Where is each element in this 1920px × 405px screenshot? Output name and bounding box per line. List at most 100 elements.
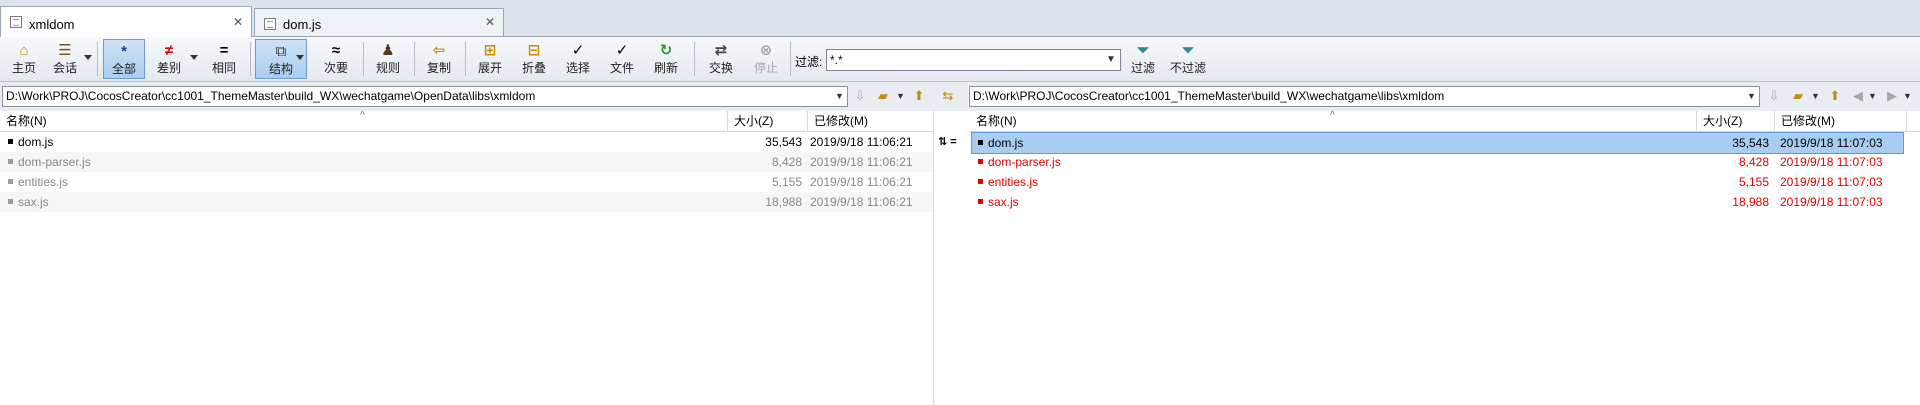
tab-xmldom[interactable]: xmldom ✕ [0, 6, 252, 37]
back-icon[interactable]: ◀ [1849, 88, 1867, 104]
stop-button[interactable]: ⊗ 停止 [746, 39, 786, 79]
file-size: 8,428 [1738, 155, 1769, 169]
file-status-icon [8, 179, 13, 185]
close-icon[interactable]: ✕ [485, 15, 495, 29]
file-modified: 2019/9/18 11:06:21 [810, 175, 913, 189]
table-row[interactable]: sax.js 18,988 2019/9/18 11:07:03 [970, 192, 1920, 212]
folder-open-icon[interactable]: ▰ [1789, 88, 1807, 104]
table-row[interactable]: entities.js 5,155 2019/9/18 11:07:03 [970, 172, 1920, 192]
table-row[interactable]: dom.js 35,543 2019/9/18 11:07:03 [971, 132, 1904, 154]
structure-label: 结构 [268, 62, 293, 76]
select-label: 选择 [565, 61, 590, 75]
file-status-icon [978, 179, 983, 185]
funnel-icon: ⏷ [1136, 42, 1149, 59]
folder-open-icon[interactable]: ▰ [874, 88, 892, 104]
chevron-down-icon[interactable]: ▼ [1868, 91, 1877, 101]
table-row[interactable]: entities.js 5,155 2019/9/18 11:06:21 [0, 172, 933, 192]
file-name: entities.js [18, 175, 69, 189]
minor-button[interactable]: ≈ 次要 [316, 39, 356, 79]
swap-icon: ⇄ [714, 42, 728, 59]
filters-button[interactable]: ⏷ 过滤 [1126, 39, 1160, 79]
show-diffs-button[interactable]: ≠ 差别 [150, 39, 188, 79]
funnel-off-icon: ⏷ [1181, 42, 1194, 59]
close-icon[interactable]: ✕ [233, 15, 243, 29]
not-equal-icon: ≠ [164, 42, 174, 59]
file-size: 18,988 [765, 195, 802, 209]
file-name: dom-parser.js [988, 155, 1061, 169]
home-button[interactable]: ⌂ 主页 [6, 39, 42, 79]
right-file-pane[interactable]: 名称(N) ^ 大小(Z) 已修改(M) dom.js 35,543 2019/… [970, 110, 1920, 405]
session-dropdown-arrow[interactable] [84, 55, 92, 60]
show-all-button[interactable]: * 全部 [103, 39, 145, 79]
approx-icon: ≈ [331, 42, 341, 59]
refresh-label: 刷新 [653, 61, 678, 75]
folder-compare-icon [10, 16, 22, 28]
minor-label: 次要 [323, 61, 348, 75]
collapse-button[interactable]: ⊟ 折叠 [514, 39, 554, 79]
table-row[interactable]: dom-parser.js 8,428 2019/9/18 11:06:21 [0, 152, 933, 172]
file-size: 5,155 [771, 175, 802, 189]
chevron-down-icon[interactable]: ▼ [1747, 91, 1756, 101]
diffs-dropdown-arrow[interactable] [190, 55, 198, 60]
forward-icon[interactable]: ▶ [1883, 88, 1901, 104]
browse-history-icon[interactable]: ⇩ [1765, 88, 1783, 104]
file-name-cell: sax.js [8, 192, 49, 212]
home-icon: ⌂ [19, 42, 29, 59]
file-name-cell: entities.js [8, 172, 68, 192]
table-row[interactable]: dom.js 35,543 2019/9/18 11:06:21 [0, 132, 933, 152]
chevron-down-icon[interactable]: ▼ [835, 91, 844, 101]
copy-button[interactable]: ⇦ 复制 [419, 39, 459, 79]
chevron-down-icon[interactable]: ▼ [1811, 91, 1820, 101]
chevron-down-icon[interactable]: ▼ [896, 91, 905, 101]
session-button[interactable]: ☰ 会话 [46, 39, 84, 79]
right-path-bar: D:\Work\PROJ\CocosCreator\cc1001_ThemeMa… [969, 82, 1920, 112]
file-modified: 2019/9/18 11:06:21 [810, 195, 913, 209]
filter-input[interactable]: *.* [826, 49, 1121, 71]
file-size: 8,428 [771, 155, 802, 169]
refresh-button[interactable]: ↻ 刷新 [646, 39, 686, 79]
show-same-button[interactable]: = 相同 [204, 39, 244, 79]
swap-button[interactable]: ⇄ 交换 [700, 39, 742, 79]
file-size: 18,988 [1732, 195, 1769, 209]
left-path-bar: D:\Work\PROJ\CocosCreator\cc1001_ThemeMa… [0, 82, 968, 112]
no-filters-button[interactable]: ⏷ 不过滤 [1164, 39, 1212, 79]
left-file-pane[interactable]: 名称(N) ^ 大小(Z) 已修改(M) dom.js 35,543 2019/… [0, 110, 933, 405]
browse-history-icon[interactable]: ⇩ [851, 88, 869, 104]
swap-folder-icon[interactable]: ⇆ [939, 88, 957, 104]
column-size[interactable]: 大小(Z) [1697, 111, 1775, 131]
structure-dropdown-arrow[interactable] [296, 55, 304, 60]
table-row[interactable]: dom-parser.js 8,428 2019/9/18 11:07:03 [970, 152, 1920, 172]
show-diffs-label: 差别 [156, 61, 181, 75]
column-size[interactable]: 大小(Z) [728, 111, 808, 131]
parent-folder-icon[interactable]: ⬆ [1826, 88, 1844, 104]
right-path-input[interactable]: D:\Work\PROJ\CocosCreator\cc1001_ThemeMa… [969, 86, 1760, 107]
beyond-compare-window: xmldom ✕ dom.js ✕ ⌂ 主页 ☰ 会话 * 全部 ≠ 差别 = … [0, 0, 1920, 405]
parent-folder-icon[interactable]: ⬆ [910, 88, 928, 104]
toolbar-separator [250, 42, 251, 76]
file-name: dom-parser.js [18, 155, 91, 169]
table-row[interactable]: sax.js 18,988 2019/9/18 11:06:21 [0, 192, 933, 212]
left-path-input[interactable]: D:\Work\PROJ\CocosCreator\cc1001_ThemeMa… [2, 86, 848, 107]
collapse-icon: ⊟ [527, 42, 541, 59]
chevron-down-icon[interactable]: ▼ [1903, 91, 1912, 101]
file-name-cell: sax.js [978, 192, 1019, 212]
files-button[interactable]: ✓ 文件 [602, 39, 642, 79]
column-modified[interactable]: 已修改(M) [808, 111, 933, 131]
filter-label: 过滤: [795, 55, 823, 69]
file-name: sax.js [18, 195, 49, 209]
column-modified[interactable]: 已修改(M) [1775, 111, 1907, 131]
chevron-down-icon[interactable]: ▼ [1106, 54, 1116, 65]
file-status-icon [978, 140, 983, 146]
right-column-header: 名称(N) ^ 大小(Z) 已修改(M) [970, 110, 1920, 132]
tab-dom-js[interactable]: dom.js ✕ [254, 8, 504, 36]
file-name: dom.js [988, 136, 1024, 150]
expand-button[interactable]: ⊞ 展开 [470, 39, 510, 79]
sort-ascending-icon: ^ [1330, 110, 1335, 121]
show-all-label: 全部 [111, 62, 136, 76]
file-name-cell: dom.js [978, 133, 1023, 153]
select-button[interactable]: ✓ 选择 [558, 39, 598, 79]
stop-label: 停止 [753, 61, 778, 75]
rules-button[interactable]: ♟ 规则 [368, 39, 408, 79]
file-modified: 2019/9/18 11:06:21 [810, 155, 913, 169]
file-modified: 2019/9/18 11:07:03 [1780, 155, 1883, 169]
